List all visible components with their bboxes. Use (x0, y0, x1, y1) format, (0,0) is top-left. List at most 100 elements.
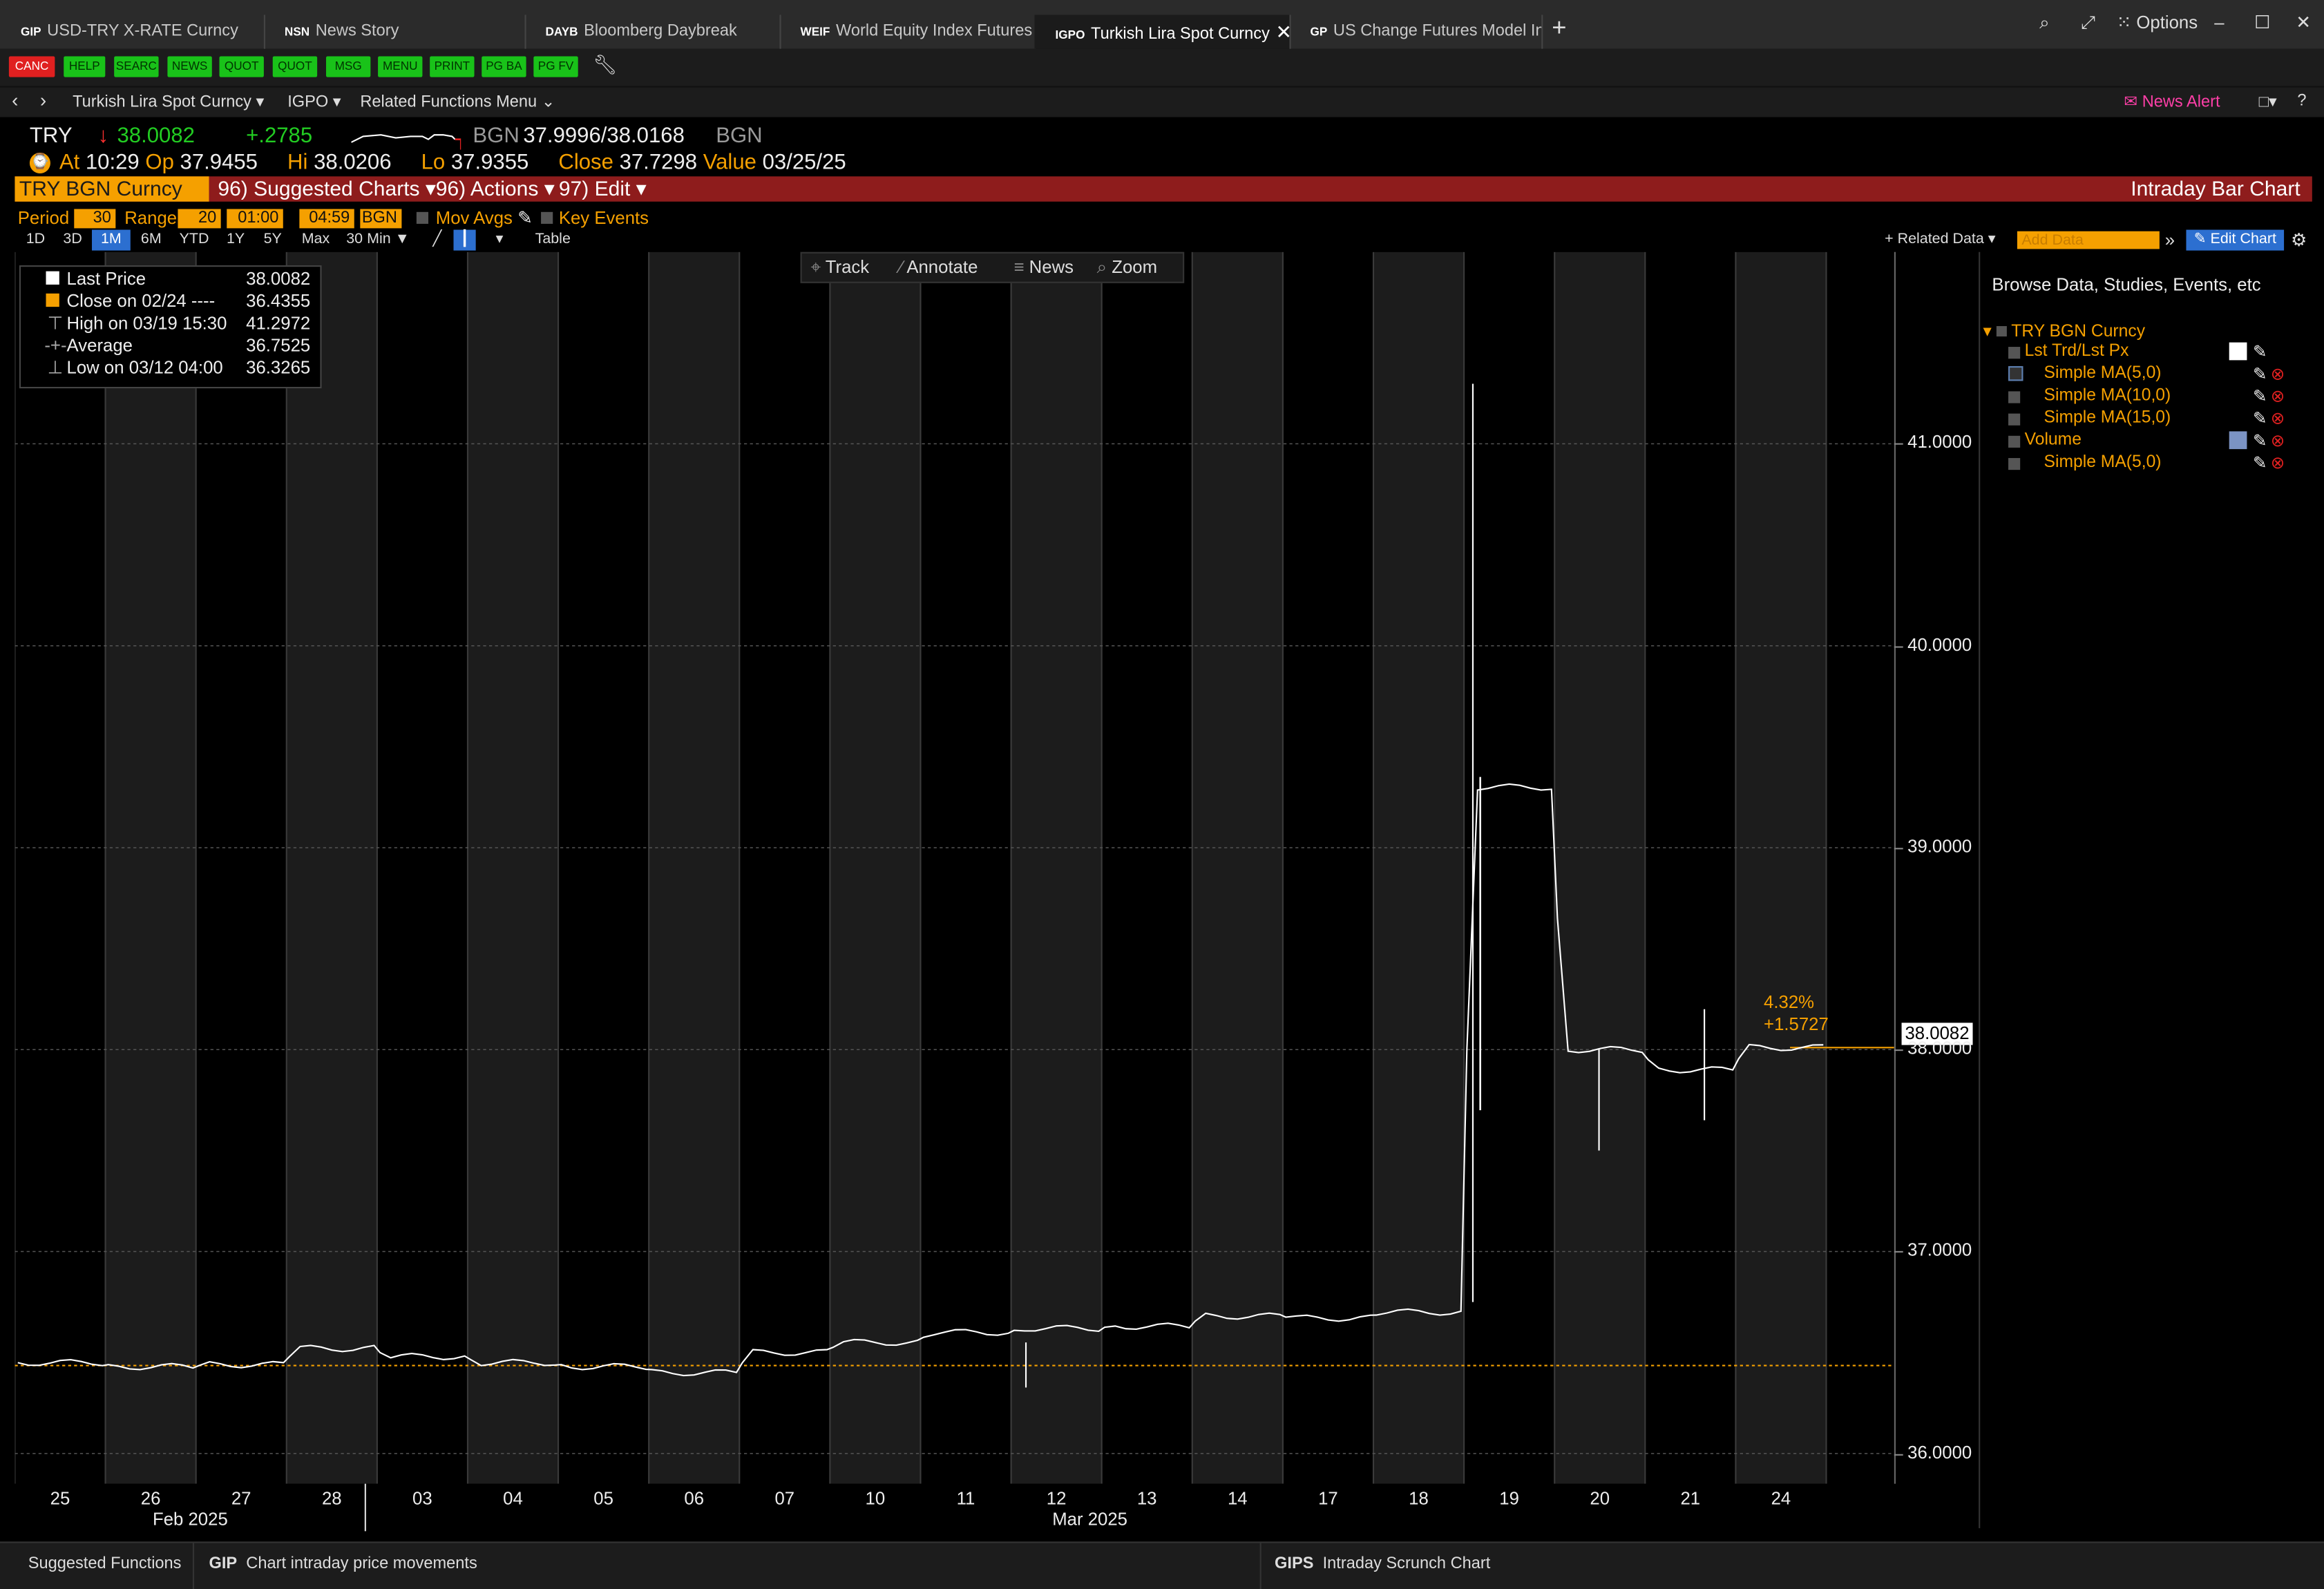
msg-key[interactable]: MSG (325, 56, 371, 77)
mov-avgs-label[interactable]: Mov Avgs ✎ (436, 207, 533, 228)
volume-ma5-item[interactable]: Simple MA(5,0) (2044, 454, 2162, 472)
tab-dayb[interactable]: DAYB Bloomberg Daybreak (524, 15, 781, 49)
lst-trd-checkbox[interactable] (2008, 347, 2021, 359)
help-key[interactable]: HELP (64, 56, 106, 77)
track-button[interactable]: ⌖ Track (811, 256, 870, 278)
security-menu[interactable]: Turkish Lira Spot Curncy ▾ (73, 92, 264, 111)
period-input[interactable]: 30 (74, 209, 116, 229)
remove-icon[interactable]: ⊗ (2271, 363, 2285, 384)
search-icon[interactable]: ⌕ (2039, 12, 2049, 34)
gip-function-link[interactable]: GIP Chart intraday price movements (209, 1555, 477, 1573)
key-events-checkbox[interactable] (541, 211, 553, 224)
ma10-checkbox[interactable] (2008, 391, 2021, 403)
tab-gip[interactable]: GIP USD-TRY X-RATE Curncy (0, 15, 266, 49)
volume-color-swatch[interactable] (2229, 431, 2247, 450)
back-arrow-icon[interactable]: ‹ (12, 89, 18, 111)
remove-icon[interactable]: ⊗ (2271, 430, 2285, 450)
period-1d[interactable]: 1D (18, 230, 53, 251)
mov-avgs-checkbox[interactable] (416, 211, 429, 224)
ma10-item[interactable]: Simple MA(10,0) (2044, 387, 2171, 405)
actions-menu[interactable]: 96) Actions ▾ (436, 176, 555, 201)
cancel-key[interactable]: CANC (8, 56, 55, 77)
maximize-button[interactable]: ☐ (2254, 12, 2270, 32)
tab-weif[interactable]: WEIF World Equity Index Futures (779, 15, 1036, 49)
expand-icon[interactable]: ⤢ (2081, 12, 2095, 34)
function-menu[interactable]: IGPO ▾ (287, 92, 341, 111)
edit-chart-button[interactable]: ✎ Edit Chart (2186, 229, 2285, 251)
browse-data-header[interactable]: Browse Data, Studies, Events, etc (1992, 274, 2260, 295)
layout-icon[interactable]: □▾ (2259, 92, 2277, 111)
gips-function-link[interactable]: GIPS Intraday Scrunch Chart (1275, 1555, 1490, 1573)
news-alert-button[interactable]: ✉ News Alert (2124, 92, 2220, 111)
chart-style-dropdown-icon[interactable]: ▾ (489, 230, 510, 251)
security-field[interactable]: TRY BGN Curncy (15, 176, 209, 202)
related-data-menu[interactable]: + Related Data ▾ (1876, 230, 2004, 251)
page-forward-key[interactable]: PG FV (533, 56, 578, 77)
start-time-input[interactable]: 01:00 (227, 209, 283, 229)
forward-arrow-icon[interactable]: › (40, 89, 46, 111)
quote-key-2[interactable]: QUOT (272, 56, 318, 77)
price-chart[interactable] (15, 251, 1894, 1484)
ma15-checkbox[interactable] (2008, 413, 2021, 426)
ma5-checkbox[interactable] (2008, 365, 2023, 381)
volume-item[interactable]: Volume (2025, 431, 2082, 449)
line-chart-icon[interactable]: ╱ (427, 230, 448, 251)
key-events-label[interactable]: Key Events (559, 207, 649, 228)
news-button[interactable]: ≡ News (1013, 256, 1074, 277)
remove-icon[interactable]: ⊗ (2271, 408, 2285, 428)
suggested-charts-menu[interactable]: 96) Suggested Charts ▾ (218, 176, 436, 201)
close-tab-icon[interactable]: ✕ (1275, 21, 1289, 43)
settings-gear-icon[interactable]: ⚙ (2289, 230, 2309, 251)
volume-ma5-checkbox[interactable] (2008, 457, 2021, 470)
tab-nsn[interactable]: NSN News Story (264, 15, 526, 49)
bar-chart-icon[interactable]: ┃ (453, 229, 476, 251)
tab-gp[interactable]: GP US Change Futures Model In... (1290, 15, 1543, 49)
search-key[interactable]: SEARC (114, 56, 159, 77)
period-5y[interactable]: 5Y (255, 230, 290, 251)
table-button[interactable]: Table (528, 230, 578, 251)
chart-legend[interactable]: Last Price 38.0082 Close on 02/24 ---- 3… (19, 265, 322, 389)
pencil-icon[interactable]: ✎ (2253, 430, 2267, 450)
lst-trd-color-swatch[interactable] (2229, 342, 2247, 361)
menu-key[interactable]: MENU (378, 56, 423, 77)
security-tree-node[interactable]: ▾ TRY BGN Curncy (1983, 320, 2145, 341)
period-1y[interactable]: 1Y (220, 230, 252, 251)
new-tab-button[interactable]: + (1552, 13, 1566, 43)
ma15-item[interactable]: Simple MA(15,0) (2044, 409, 2171, 427)
volume-checkbox[interactable] (2008, 435, 2021, 448)
print-key[interactable]: PRINT (430, 56, 475, 77)
zoom-button[interactable]: ⌕ Zoom (1097, 256, 1157, 278)
quote-key[interactable]: QUOT (219, 56, 264, 77)
period-6m[interactable]: 6M (133, 230, 169, 251)
close-window-button[interactable]: ✕ (2296, 12, 2311, 32)
range-input[interactable]: 20 (178, 209, 221, 229)
frequency-dropdown[interactable]: 30 Min ▼ (341, 230, 415, 251)
period-max[interactable]: Max (294, 230, 338, 251)
period-3d[interactable]: 3D (57, 230, 89, 251)
help-icon[interactable]: ? (2297, 92, 2306, 110)
options-button[interactable]: ⁙ Options (2117, 12, 2198, 32)
pencil-icon[interactable]: ✎ (2253, 386, 2267, 406)
edit-menu[interactable]: 97) Edit ▾ (559, 176, 647, 201)
pencil-icon[interactable]: ✎ (2253, 363, 2267, 384)
add-data-input[interactable]: Add Data (2017, 231, 2160, 249)
related-functions-menu[interactable]: Related Functions Menu ⌄ (360, 92, 555, 111)
source-input[interactable]: BGN (360, 209, 402, 229)
period-1m[interactable]: 1M (92, 229, 131, 251)
news-key[interactable]: NEWS (167, 56, 212, 77)
annotate-button[interactable]: ∕ Annotate (899, 256, 978, 277)
remove-icon[interactable]: ⊗ (2271, 452, 2285, 473)
end-time-input[interactable]: 04:59 (299, 209, 354, 229)
page-back-key[interactable]: PG BA (482, 56, 526, 77)
fast-forward-icon[interactable]: » (2161, 230, 2179, 251)
period-ytd[interactable]: YTD (172, 230, 216, 251)
pencil-icon[interactable]: ✎ (2253, 408, 2267, 428)
tab-igpo[interactable]: IGPO Turkish Lira Spot Curncy ✕ (1034, 15, 1291, 49)
pencil-icon[interactable]: ✎ (2253, 452, 2267, 473)
remove-icon[interactable]: ⊗ (2271, 386, 2285, 406)
ma5-item[interactable]: Simple MA(5,0) (2044, 365, 2162, 383)
wrench-icon[interactable]: 🔧︎ (593, 53, 617, 77)
pencil-icon[interactable]: ✎ (2253, 341, 2267, 362)
lst-trd-item[interactable]: Lst Trd/Lst Px (2025, 343, 2129, 361)
minimize-button[interactable]: – (2214, 12, 2224, 32)
